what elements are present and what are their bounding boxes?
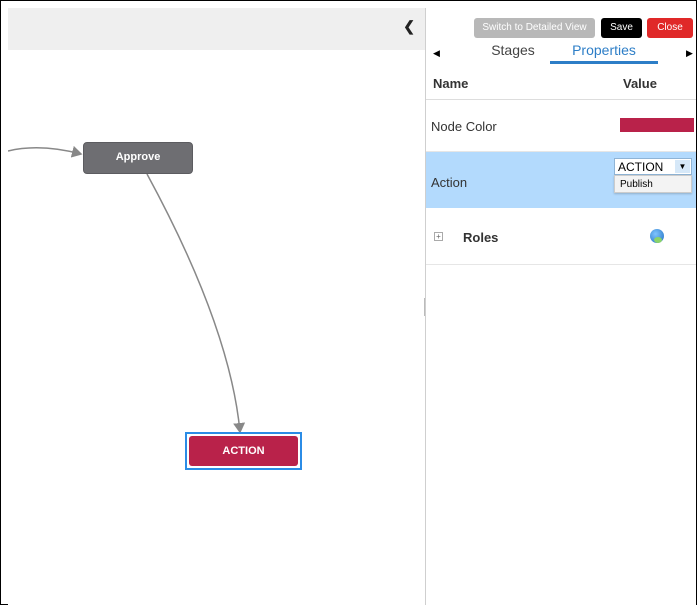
approve-node[interactable]: Approve (83, 142, 193, 174)
action-node-selection[interactable]: ACTION (185, 432, 302, 470)
properties-panel: Switch to Detailed View Save Close ◀ Sta… (426, 8, 696, 605)
property-row-action[interactable]: Action ACTION ▼ Publish (426, 152, 696, 208)
action-select[interactable]: ACTION ▼ (614, 158, 692, 175)
action-select-value: ACTION (618, 160, 664, 174)
property-row-roles[interactable]: + Roles (426, 208, 696, 265)
column-header-name: Name (433, 76, 469, 91)
roles-label: Roles (463, 230, 499, 245)
action-node-label: ACTION (222, 445, 265, 457)
tab-stages[interactable]: Stages (468, 42, 558, 58)
edge-approve-action (146, 173, 246, 434)
chevron-down-icon[interactable]: ▼ (675, 160, 690, 173)
action-dropdown-list: Publish (614, 175, 692, 193)
close-button[interactable]: Close (647, 18, 693, 38)
action-label: Action (431, 175, 468, 190)
active-tab-indicator (550, 61, 658, 64)
node-color-swatch[interactable] (620, 118, 694, 132)
column-header-value: Value (623, 76, 657, 91)
tab-properties[interactable]: Properties (550, 42, 658, 58)
save-button[interactable]: Save (601, 18, 642, 38)
node-color-label: Node Color (431, 119, 497, 134)
properties-header: Name Value (426, 66, 696, 100)
tab-bar: ◀ Stages Properties ▶ (426, 40, 696, 64)
dropdown-option-publish[interactable]: Publish (620, 179, 653, 190)
action-node[interactable]: ACTION (189, 436, 298, 466)
tab-scroll-right-icon[interactable]: ▶ (686, 48, 693, 59)
edge-incoming-approve (8, 145, 83, 158)
tab-scroll-left-icon[interactable]: ◀ (433, 48, 440, 59)
workflow-edges (8, 145, 246, 434)
workflow-canvas[interactable]: ❮ Approve ACTION (8, 8, 425, 605)
expand-icon[interactable]: + (434, 232, 443, 241)
switch-to-detailed-view-button[interactable]: Switch to Detailed View (474, 18, 595, 38)
approve-node-label: Approve (115, 151, 161, 163)
property-row-node-color[interactable]: Node Color (426, 100, 696, 152)
roles-icon[interactable] (650, 229, 664, 243)
